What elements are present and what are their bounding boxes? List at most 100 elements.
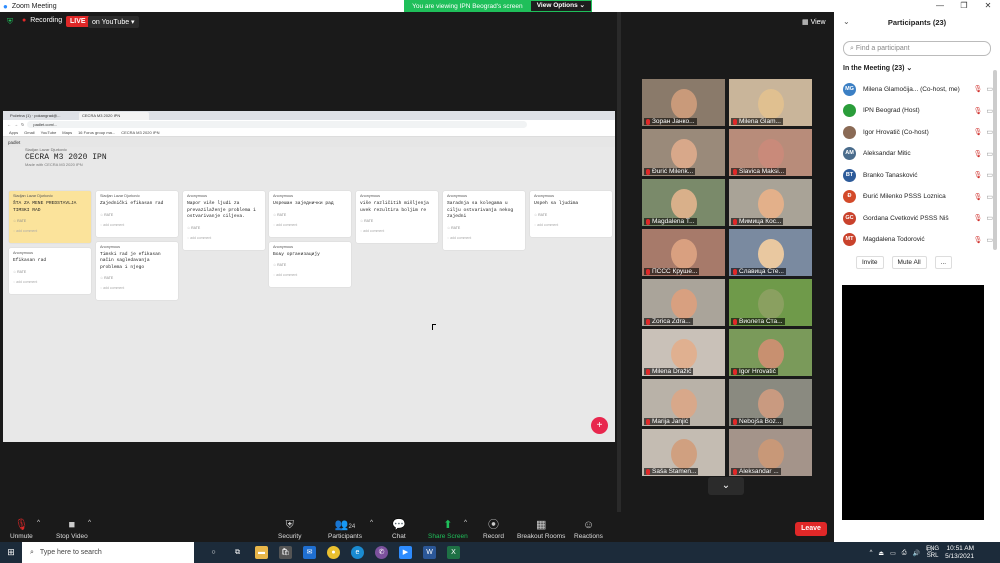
store-icon[interactable]: 🛍: [279, 546, 292, 559]
tray-network-icon[interactable]: ⎙: [902, 550, 907, 557]
mic-muted-icon[interactable]: 🎙: [973, 107, 982, 115]
participant-video-tile[interactable]: Marija Janjić: [642, 379, 725, 426]
browser-tab[interactable]: CECRA M3 2020 IPN: [79, 112, 149, 120]
share-caret[interactable]: ^: [464, 519, 467, 526]
video-off-icon[interactable]: ▭: [986, 214, 993, 222]
participant-row[interactable]: Đ Đurić Milenko PSSS Loznica 🎙 ▭: [843, 187, 993, 207]
url-field[interactable]: padlet.com/...: [27, 121, 528, 128]
close-button[interactable]: ✕: [976, 0, 1000, 12]
participant-video-tile[interactable]: ПССС Круше...: [642, 229, 725, 276]
video-off-icon[interactable]: ▭: [986, 85, 993, 93]
add-comment-link[interactable]: ◌ add comment: [447, 236, 521, 240]
audio-options-caret[interactable]: ^: [37, 519, 40, 526]
participant-video-tile[interactable]: Zorica Zdra...: [642, 279, 725, 326]
padlet-card[interactable]: Anonymous Uspeh sa ljudima ☆ RATE ◌ add com…: [530, 191, 612, 237]
rate-button[interactable]: ☆ RATE: [187, 226, 261, 230]
reload-icon[interactable]: ↻: [21, 122, 24, 127]
edge-icon[interactable]: e: [351, 546, 364, 559]
record-button[interactable]: ⦿ Record: [483, 518, 504, 540]
chrome-icon[interactable]: ●: [327, 546, 340, 559]
bookmark[interactable]: CECRA M3 2020 IPN: [121, 130, 159, 135]
participant-row[interactable]: Igor Hrovatič (Co-host) 🎙 ▭: [843, 122, 993, 142]
rate-button[interactable]: ☆ RATE: [273, 213, 347, 217]
padlet-brand[interactable]: padlet: [8, 140, 20, 145]
participant-video-tile[interactable]: Magdalena T...: [642, 179, 725, 226]
padlet-card[interactable]: Anonymous Timski rad je efikasan način sa…: [96, 241, 178, 300]
mail-icon[interactable]: ✉: [303, 546, 316, 559]
add-comment-link[interactable]: ◌ add comment: [13, 229, 87, 233]
mic-muted-icon[interactable]: 🎙: [973, 236, 982, 244]
padlet-card[interactable]: Anonymous Efikasan rad ☆ RATE ◌ add comment: [9, 248, 91, 294]
add-comment-link[interactable]: ◌ add comment: [13, 280, 87, 284]
leave-button[interactable]: Leave: [795, 522, 827, 536]
breakout-rooms-button[interactable]: ▦ Breakout Rooms: [517, 518, 565, 540]
tray-chevron-icon[interactable]: ^: [870, 550, 873, 556]
zoom-icon[interactable]: ▶: [399, 546, 412, 559]
security-button[interactable]: ⛨ Security: [278, 518, 301, 540]
tray-usb-icon[interactable]: ⏏: [878, 550, 884, 557]
participant-video-tile[interactable]: Зоран Јанко...: [642, 79, 725, 126]
participant-video-tile[interactable]: Славица Сте...: [729, 229, 812, 276]
participant-video-tile[interactable]: Đurić Milenk...: [642, 129, 725, 176]
forward-icon[interactable]: →: [14, 122, 18, 127]
padlet-card[interactable]: Sladjan Lazar Djurkovic ŠTA ZA MENE PREDS…: [9, 191, 91, 243]
tray-battery-icon[interactable]: ▭: [890, 550, 896, 557]
view-options-button[interactable]: View Options ⌄: [530, 1, 591, 11]
rate-button[interactable]: ☆ RATE: [13, 219, 87, 223]
recording-indicator[interactable]: ● Recording: [22, 17, 62, 24]
mute-all-button[interactable]: Mute All: [891, 256, 927, 269]
reactions-button[interactable]: ☺ Reactions: [574, 518, 603, 540]
bookmark[interactable]: Apps: [9, 130, 18, 135]
participants-button[interactable]: 👥24 Participants: [328, 518, 362, 540]
file-explorer-icon[interactable]: ▬: [255, 546, 268, 559]
participant-video-tile[interactable]: Виолета Ста...: [729, 279, 812, 326]
split-divider[interactable]: [617, 12, 621, 542]
rate-button[interactable]: ☆ RATE: [100, 276, 174, 280]
video-off-icon[interactable]: ▭: [986, 107, 993, 115]
padlet-card[interactable]: Anonymous Saradnja sa kolegama u cilju os…: [443, 191, 525, 250]
panel-scrollbar[interactable]: [993, 70, 997, 250]
participant-row[interactable]: BT Branko Tanasković 🎙 ▭: [843, 165, 993, 185]
add-comment-link[interactable]: ◌ add comment: [273, 223, 347, 227]
live-badge[interactable]: LIVE: [66, 16, 90, 27]
tray-volume-icon[interactable]: 🔊: [913, 550, 920, 557]
padlet-card[interactable]: Anonymous više različitih mišljenja uvek …: [356, 191, 438, 243]
participant-row[interactable]: AM Aleksandar Mitic 🎙 ▭: [843, 144, 993, 164]
bookmark[interactable]: Maps: [62, 130, 72, 135]
video-off-icon[interactable]: ▭: [986, 128, 993, 136]
participant-video-tile[interactable]: Мимица Кос...: [729, 179, 812, 226]
more-button[interactable]: ...: [934, 256, 953, 269]
video-off-icon[interactable]: ▭: [986, 236, 993, 244]
maximize-button[interactable]: ❐: [952, 0, 976, 12]
rate-button[interactable]: ☆ RATE: [100, 213, 174, 217]
add-comment-link[interactable]: ◌ add comment: [273, 273, 347, 277]
add-comment-link[interactable]: ◌ add comment: [360, 229, 434, 233]
participant-row[interactable]: GC Gordana Cvetković PSSS Niš 🎙 ▭: [843, 208, 993, 228]
view-button[interactable]: ▦ View: [802, 18, 826, 26]
participant-row[interactable]: IPN Beograd (Host) 🎙 ▭: [843, 101, 993, 121]
video-off-icon[interactable]: ▭: [986, 150, 993, 158]
mic-muted-icon[interactable]: 🎙: [973, 214, 982, 222]
padlet-card[interactable]: Sladjan Lazar Djurkovic Zajednički efikas…: [96, 191, 178, 237]
add-comment-link[interactable]: ◌ add comment: [100, 223, 174, 227]
taskbar-clock[interactable]: 10:51 AM 5/13/2021: [945, 545, 974, 561]
video-options-caret[interactable]: ^: [88, 519, 91, 526]
taskbar-search-input[interactable]: ⌕ Type here to search: [22, 542, 194, 563]
participant-row[interactable]: MG Milena Glamočija... (Co-host, me) 🎙 ▭: [843, 79, 993, 99]
minimize-button[interactable]: —: [928, 0, 952, 12]
invite-button[interactable]: Invite: [856, 256, 884, 269]
video-off-icon[interactable]: ▭: [986, 171, 993, 179]
notifications-icon[interactable]: 🗨: [926, 547, 934, 554]
shield-icon[interactable]: ⛨: [7, 17, 13, 27]
cortana-icon[interactable]: ○: [207, 546, 220, 559]
task-view-icon[interactable]: ⧉: [231, 546, 244, 559]
excel-icon[interactable]: X: [447, 546, 460, 559]
participant-video-tile[interactable]: Nebojša Boz...: [729, 379, 812, 426]
unmute-button[interactable]: 🎙 Unmute: [10, 518, 33, 540]
share-screen-button[interactable]: ⬆ Share Screen: [428, 518, 468, 540]
bookmark[interactable]: YouTube: [41, 130, 57, 135]
browser-tab[interactable]: Početna (1) · pokangrad@...: [7, 112, 77, 120]
padlet-card[interactable]: Anonymous Бољу организацију ☆ RATE ◌ add co…: [269, 241, 351, 287]
in-meeting-header[interactable]: In the Meeting (23) ⌄: [843, 64, 912, 72]
participant-row[interactable]: MT Magdalena Todorović 🎙 ▭: [843, 230, 993, 250]
